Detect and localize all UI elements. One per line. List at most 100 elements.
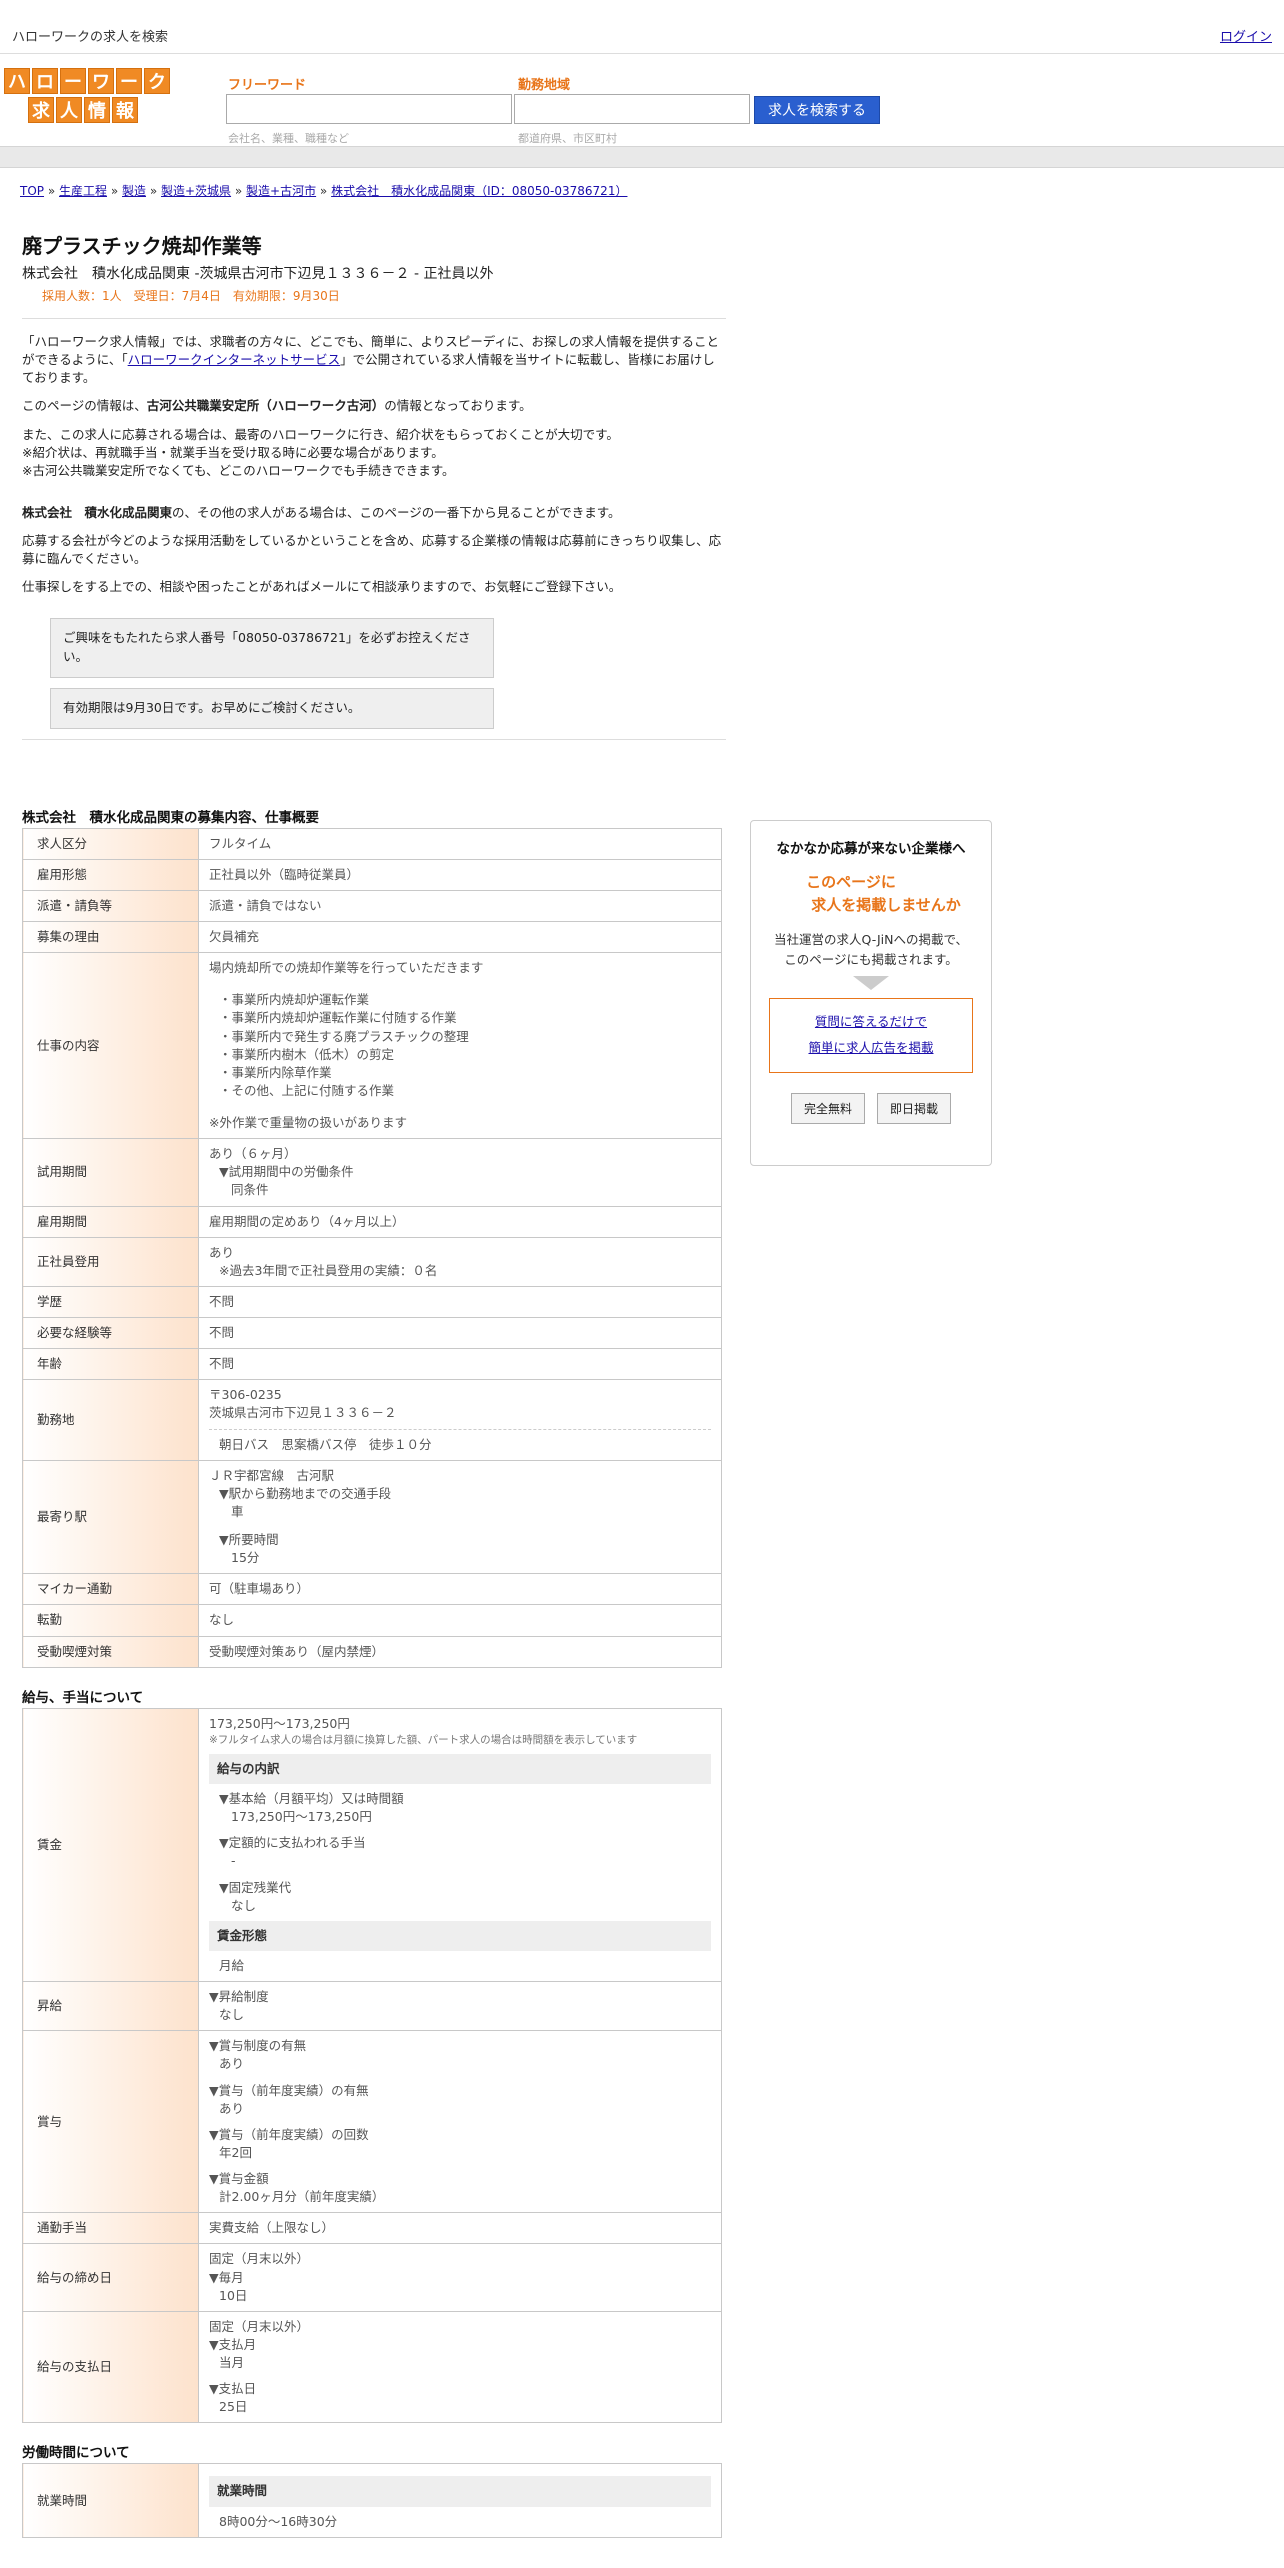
breadcrumb: TOP » 生産工程 » 製造 » 製造+茨城県 » 製造+古河市 » 株式会社… xyxy=(20,182,627,199)
breadcrumb-company[interactable]: 株式会社 積水化成品関東（ID：08050-03786721） xyxy=(331,184,627,198)
intro-p5: 応募する会社が今どのような採用活動をしているかということを含め、応募する企業様の… xyxy=(22,533,722,567)
table-row: 求人区分 フルタイム xyxy=(22,827,722,860)
side-ad-links: 質問に答えるだけで 簡単に求人広告を掲載 xyxy=(769,998,973,1073)
search-button[interactable]: 求人を検索する xyxy=(754,96,880,124)
station-line: ＪＲ宇都宮線 古河駅 xyxy=(209,1467,335,1483)
side-ad-heading: なかなか応募が来ない企業様へ xyxy=(776,841,966,857)
trial-line: 同条件 xyxy=(231,1182,269,1198)
job-content-item: ・事業所内焼却炉運転作業に付随する作業 xyxy=(219,1010,457,1026)
side-ad-highlight: このページに 求人を掲載しませんか xyxy=(751,871,991,916)
breadcrumb-sep: » xyxy=(107,184,122,198)
row-key: 試用期間 xyxy=(22,1138,199,1207)
side-ad-text-line: このページにも掲載されます。 xyxy=(784,952,958,967)
free-button[interactable]: 完全無料 xyxy=(790,1092,865,1124)
table-row: 転勤 なし xyxy=(22,1604,722,1637)
intro-text: ※古河公共職業安定所でなくても、どこのハローワークでも手続きできます。 xyxy=(22,462,455,478)
area-label: 勤務地域 xyxy=(518,78,571,93)
row-key: 募集の理由 xyxy=(22,920,199,954)
breadcrumb-category[interactable]: 生産工程 xyxy=(59,184,107,198)
row-value: 雇用期間の定めあり（4ヶ月以上） xyxy=(198,1205,722,1238)
company-name: 株式会社 積水化成品関東 xyxy=(22,504,173,520)
row-key: 給与の締め日 xyxy=(22,2243,199,2312)
login-link[interactable]: ログイン xyxy=(1220,26,1272,45)
table-row: 最寄り駅 ＪＲ宇都宮線 古河駅 ▼駅から勤務地までの交通手段 車 ▼所要時間 1… xyxy=(22,1459,722,1575)
pay-day: 固定（月末以外） ▼支払月 当月 ▼支払日 25日 xyxy=(198,2310,722,2424)
breadcrumb-pref[interactable]: 製造+茨城県 xyxy=(161,184,231,198)
hellowork-internet-link[interactable]: ハローワークインターネットサービス xyxy=(128,352,341,367)
divider xyxy=(209,1428,711,1430)
table-row: 派遣・請負等 派遣・請負ではない xyxy=(22,889,722,923)
table-row: マイカー通勤 可（駐車場あり） xyxy=(22,1573,722,1606)
bonus-line: ▼賞与金額 xyxy=(209,2171,269,2187)
payday-line: ▼支払日 xyxy=(209,2381,257,2397)
closing-line: 10日 xyxy=(219,2287,248,2303)
side-ad-text-line: 当社運営の求人Q-JiNへの掲載で、 xyxy=(774,932,968,947)
row-key: マイカー通勤 xyxy=(22,1573,199,1606)
side-ad-link-question[interactable]: 質問に答えるだけで xyxy=(815,1014,927,1029)
table-row: 学歴 不問 xyxy=(22,1285,722,1319)
nearest-station: ＪＲ宇都宮線 古河駅 ▼駅から勤務地までの交通手段 車 ▼所要時間 15分 xyxy=(198,1459,722,1575)
zip-code: 〒306-0235 xyxy=(209,1387,282,1403)
row-key: 仕事の内容 xyxy=(22,952,199,1140)
row-key: 雇用形態 xyxy=(22,858,199,891)
row-key: 年齢 xyxy=(22,1348,199,1381)
side-ad-buttons: 完全無料 即日掲載 xyxy=(751,1092,991,1124)
work-hours: 就業時間 8時00分〜16時30分 xyxy=(198,2463,722,2538)
table-row: 募集の理由 欠員補充 xyxy=(22,920,722,954)
wage-line: ▼固定残業代 xyxy=(219,1879,292,1895)
row-value: 実費支給（上限なし） xyxy=(198,2212,722,2245)
row-key: 必要な経験等 xyxy=(22,1316,199,1350)
intro-p1: 「ハローワーク求人情報」では、求職者の方々に、どこでも、簡単に、よりスピーディに… xyxy=(22,333,726,387)
intro: 「ハローワーク求人情報」では、求職者の方々に、どこでも、簡単に、よりスピーディに… xyxy=(22,333,726,596)
job-subtitle: 株式会社 積水化成品関東 -茨城県古河市下辺見１３３６－２ - 正社員以外 xyxy=(22,266,494,282)
bonus-line: ▼賞与制度の有無 xyxy=(209,2038,307,2054)
station-line: ▼所要時間 xyxy=(219,1532,279,1547)
regular-line: あり xyxy=(209,1244,235,1260)
wage-line: ▼定額的に支払われる手当 xyxy=(219,1835,366,1851)
bonus-line: ▼賞与（前年度実績）の有無 xyxy=(209,2082,369,2098)
job-meta: 採用人数：1人 受理日：7月4日 有効期限：9月30日 xyxy=(42,289,340,303)
raise: ▼昇給制度 なし xyxy=(198,1981,722,2032)
hellowork-logo[interactable]: ハローワーク 求人情報 xyxy=(4,68,180,126)
logo-letter: 人 xyxy=(56,97,82,123)
table-row: 就業時間 就業時間 8時00分〜16時30分 xyxy=(22,2463,722,2538)
payday-line: 固定（月末以外） xyxy=(209,2318,310,2334)
header: ハローワーク 求人情報 フリーワード 会社名、業種、職種など 勤務地域 都道府県… xyxy=(0,54,1284,146)
hours-value: 8時00分〜16時30分 xyxy=(219,2513,338,2529)
station-line: ▼駅から勤務地までの交通手段 xyxy=(219,1485,392,1501)
same-day-button[interactable]: 即日掲載 xyxy=(877,1092,952,1124)
breadcrumb-sep: » xyxy=(44,184,59,198)
area-input[interactable] xyxy=(514,94,750,124)
wage-line: ▼基本給（月額平均）又は時間額 xyxy=(219,1791,404,1807)
breadcrumb-city[interactable]: 製造+古河市 xyxy=(246,184,316,198)
wage-line: - xyxy=(231,1853,236,1869)
intro-p3: また、この求人に応募される場合は、最寄のハローワークに行き、紹介状をもらっておく… xyxy=(22,426,726,480)
closing-line: 固定（月末以外） xyxy=(209,2251,310,2267)
station-line: 15分 xyxy=(231,1550,260,1566)
intro-text: の情報となっております。 xyxy=(384,398,532,414)
side-ad-highlight-line: 求人を掲載しませんか xyxy=(811,895,961,914)
row-key: 求人区分 xyxy=(22,827,199,860)
intro-p4: 株式会社 積水化成品関東の、その他の求人がある場合は、このページの一番下から見る… xyxy=(22,504,726,522)
row-key: 賃金 xyxy=(22,1707,199,1983)
station-line: 車 xyxy=(231,1503,244,1519)
closing-day: 固定（月末以外） ▼毎月 10日 xyxy=(198,2243,722,2312)
address: 茨城県古河市下辺見１３３６－２ xyxy=(209,1405,397,1421)
freeword-input[interactable] xyxy=(226,94,512,124)
breadcrumb-sep: » xyxy=(316,184,332,198)
row-value: フルタイム xyxy=(198,827,722,860)
table-row: 給与の締め日 固定（月末以外） ▼毎月 10日 xyxy=(22,2243,722,2312)
breadcrumb-sep: » xyxy=(231,184,247,198)
overview-table: 求人区分 フルタイム 雇用形態 正社員以外（臨時従業員） 派遣・請負等 派遣・請負では… xyxy=(22,827,722,1668)
row-value: 不問 xyxy=(198,1348,722,1381)
breadcrumb-subcategory[interactable]: 製造 xyxy=(122,184,146,198)
table-row: 年齢 不問 xyxy=(22,1348,722,1381)
wage-range: 173,250円〜173,250円 xyxy=(209,1715,350,1731)
table-row: 給与の支払日 固定（月末以外） ▼支払月 当月 ▼支払日 25日 xyxy=(22,2310,722,2424)
table-row: 賃金 173,250円〜173,250円 ※フルタイム求人の場合は月額に換算した… xyxy=(22,1707,722,1983)
logo-letter: ロ xyxy=(32,68,58,94)
breadcrumb-top[interactable]: TOP xyxy=(20,184,44,198)
row-value: 可（駐車場あり） xyxy=(198,1573,722,1606)
side-ad-link-post[interactable]: 簡単に求人広告を掲載 xyxy=(808,1040,933,1055)
hours-heading: 就業時間 xyxy=(209,2476,711,2507)
